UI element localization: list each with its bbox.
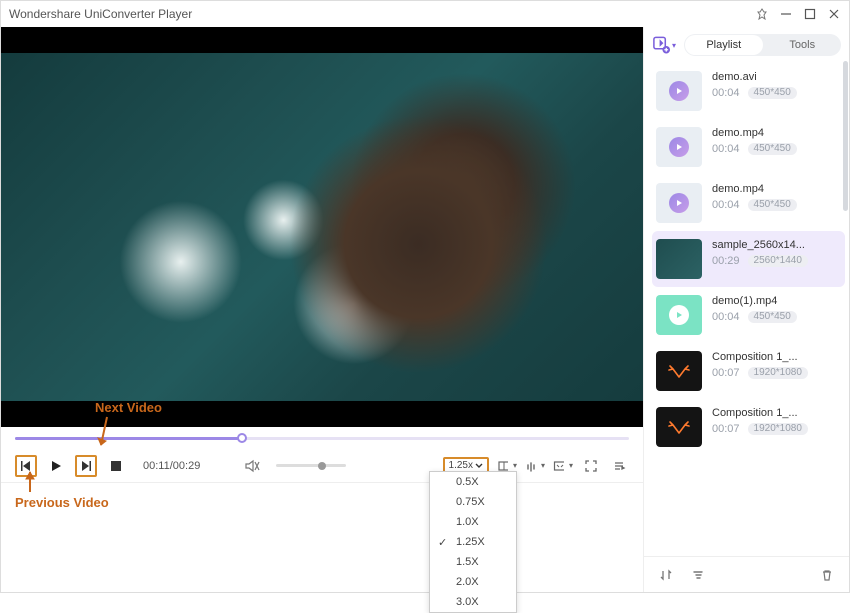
panel-bottom [644,556,849,592]
playlist-item[interactable]: Composition 1_... 00:071920*1080 [652,343,845,399]
speed-option[interactable]: 1.5X [430,552,516,572]
playlist-thumbnail [656,127,702,167]
previous-video-button[interactable] [15,455,37,477]
playlist-item[interactable]: Composition 1_... 00:071920*1080 [652,399,845,455]
video-frame [1,53,643,401]
time-total: 00:29 [173,460,201,472]
playlist-item-name: demo.mp4 [712,183,797,195]
pin-icon[interactable] [755,7,769,21]
playlist-thumbnail [656,239,702,279]
play-button[interactable] [45,455,67,477]
playlist-item-meta: 00:071920*1080 [712,423,808,435]
speed-option[interactable]: 0.5X [430,472,516,492]
playlist-item-meta: 00:292560*1440 [712,255,808,267]
playlist-item-meta: 00:04450*450 [712,87,797,99]
playlist-item-name: demo.mp4 [712,127,797,139]
player-pane: 00:11/00:29 1.25x ▾ ▾ [1,27,643,592]
playlist-item-meta: 00:071920*1080 [712,367,808,379]
playlist-item[interactable]: demo.avi 00:04450*450 [652,63,845,119]
app-window: Wondershare UniConverter Player [0,0,850,593]
speed-menu[interactable]: 0.5X0.75X1.0X1.25X1.5X2.0X3.0X [429,471,517,613]
fullscreen-icon[interactable] [581,456,601,476]
playlist-item-name: Composition 1_... [712,407,808,419]
mute-icon[interactable] [242,456,262,476]
tab-playlist[interactable]: Playlist [685,35,763,55]
playlist-thumbnail [656,351,702,391]
playlist-toggle-icon[interactable] [609,456,629,476]
audio-track-button[interactable]: ▾ [525,456,545,476]
playlist[interactable]: demo.avi 00:04450*450 demo.mp4 00:04450*450… [644,63,849,556]
playlist-item-name: demo.avi [712,71,797,83]
speed-option[interactable]: 3.0X [430,592,516,612]
minimize-icon[interactable] [779,7,793,21]
playlist-item-name: Composition 1_... [712,351,808,363]
next-video-button[interactable] [75,455,97,477]
progress-bar[interactable] [1,427,643,449]
speed-option[interactable]: 1.25X [430,532,516,552]
window-title: Wondershare UniConverter Player [9,7,192,21]
playlist-thumbnail [656,407,702,447]
speed-option[interactable]: 1.0X [430,512,516,532]
stop-button[interactable] [105,455,127,477]
volume-slider[interactable] [276,464,346,467]
add-media-button[interactable]: ▾ [652,33,676,57]
controls-bar: 00:11/00:29 1.25x ▾ ▾ [1,449,643,483]
scrollbar[interactable] [843,61,848,211]
playlist-thumbnail [656,183,702,223]
playlist-item[interactable]: demo(1).mp4 00:04450*450 [652,287,845,343]
playlist-thumbnail [656,295,702,335]
playlist-item[interactable]: sample_2560x14... 00:292560*1440 [652,231,845,287]
speed-option[interactable]: 2.0X [430,572,516,592]
sort-icon[interactable] [656,565,676,585]
playlist-item-meta: 00:04450*450 [712,143,797,155]
close-icon[interactable] [827,7,841,21]
playlist-item-name: demo(1).mp4 [712,295,797,307]
titlebar: Wondershare UniConverter Player [1,1,849,27]
playlist-item[interactable]: demo.mp4 00:04450*450 [652,175,845,231]
playlist-item-meta: 00:04450*450 [712,199,797,211]
playlist-item-name: sample_2560x14... [712,239,808,251]
speed-label: 1.25x [449,460,473,471]
playlist-thumbnail [656,71,702,111]
video-area[interactable] [1,27,643,427]
playlist-pane: ▾ Playlist Tools demo.avi00:04450*450dem… [643,27,849,592]
tab-tools[interactable]: Tools [764,34,842,56]
subtitle-button[interactable]: ▾ [553,456,573,476]
panel-tabs: Playlist Tools [684,34,841,56]
maximize-icon[interactable] [803,7,817,21]
time-current: 00:11 [143,460,170,472]
timecode: 00:11/00:29 [143,460,200,472]
speed-option[interactable]: 0.75X [430,492,516,512]
delete-icon[interactable] [817,565,837,585]
filter-icon[interactable] [688,565,708,585]
playlist-item-meta: 00:04450*450 [712,311,797,323]
playlist-item[interactable]: demo.mp4 00:04450*450 [652,119,845,175]
